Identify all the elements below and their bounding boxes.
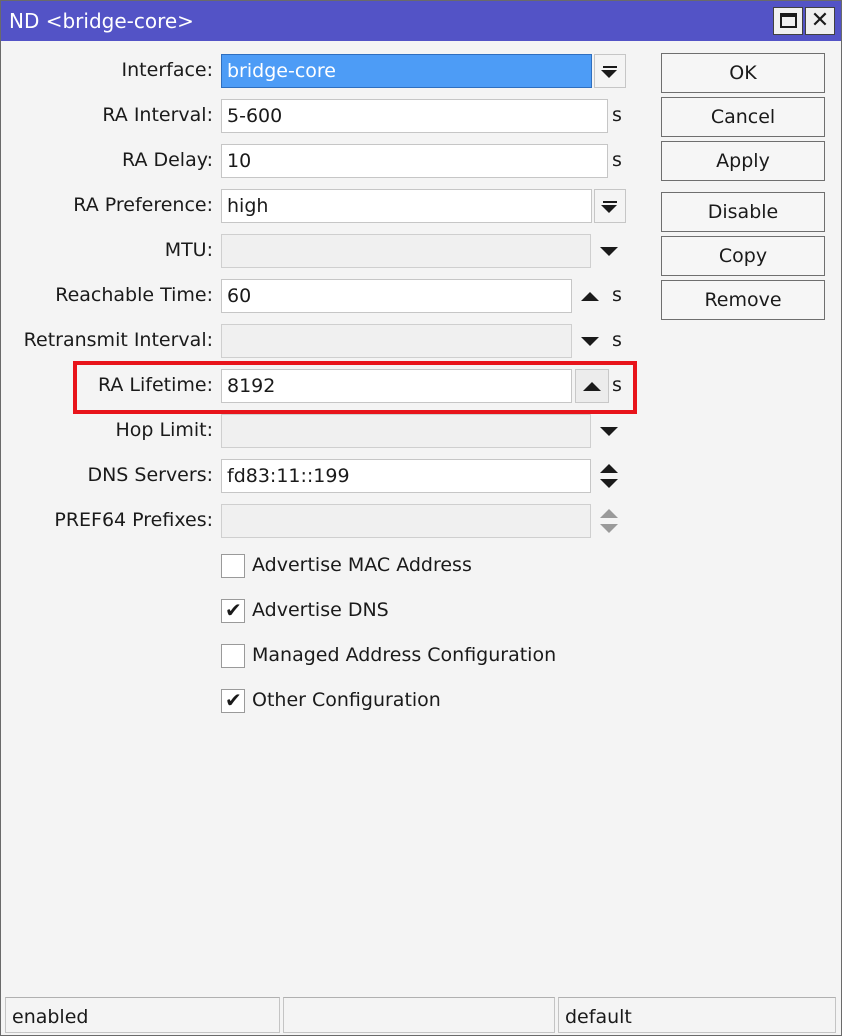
interface-dropdown-button[interactable] <box>594 54 626 88</box>
advertise-dns-checkbox[interactable]: ✔ <box>221 599 245 623</box>
advertise-mac-address-label[interactable]: Advertise MAC Address <box>252 554 472 576</box>
managed-address-configuration-label[interactable]: Managed Address Configuration <box>252 644 556 666</box>
other-configuration-checkbox[interactable]: ✔ <box>221 689 245 713</box>
ra-preference-field[interactable]: high <box>221 189 592 223</box>
triangle-down-icon <box>600 247 618 256</box>
cancel-button[interactable]: Cancel <box>661 97 825 137</box>
mtu-label: MTU: <box>164 239 213 261</box>
dns-servers-label: DNS Servers: <box>87 464 213 486</box>
maximize-icon <box>780 13 797 28</box>
ra-delay-unit: s <box>612 149 622 171</box>
dropdown-bar-icon <box>603 201 617 203</box>
nd-dialog-window: ND <bridge-core> ✕ Interface: bridge-cor… <box>0 0 842 1036</box>
disable-button[interactable]: Disable <box>661 192 825 232</box>
other-configuration-label[interactable]: Other Configuration <box>252 689 441 711</box>
ra-preference-label: RA Preference: <box>73 194 213 216</box>
mtu-field[interactable] <box>221 234 591 268</box>
interface-field[interactable]: bridge-core <box>221 54 592 88</box>
ok-button[interactable]: OK <box>661 53 825 93</box>
advertise-mac-address-checkbox[interactable] <box>221 554 245 578</box>
triangle-up-icon <box>583 382 601 391</box>
copy-button[interactable]: Copy <box>661 236 825 276</box>
apply-button[interactable]: Apply <box>661 141 825 181</box>
reachable-time-collapse-button[interactable] <box>575 279 607 313</box>
interface-label: Interface: <box>121 59 213 81</box>
dns-servers-field[interactable]: fd83:11::199 <box>221 459 591 493</box>
triangle-up-icon[interactable] <box>600 464 618 473</box>
mtu-expand-button[interactable] <box>594 234 626 268</box>
retransmit-interval-label: Retransmit Interval: <box>23 329 213 351</box>
reachable-time-label: Reachable Time: <box>55 284 213 306</box>
reachable-time-field[interactable]: 60 <box>221 279 572 313</box>
hop-limit-label: Hop Limit: <box>115 419 213 441</box>
close-icon: ✕ <box>810 8 830 33</box>
status-default: default <box>558 997 836 1033</box>
ra-lifetime-label: RA Lifetime: <box>97 374 213 396</box>
chevron-down-icon <box>601 70 617 78</box>
pref64-prefixes-field[interactable] <box>221 504 591 538</box>
ra-preference-dropdown-button[interactable] <box>594 189 626 223</box>
ra-interval-unit: s <box>612 104 622 126</box>
ra-lifetime-field[interactable]: 8192 <box>221 369 572 403</box>
status-enabled: enabled <box>5 997 280 1033</box>
dropdown-bar-icon <box>603 66 617 68</box>
advertise-dns-label[interactable]: Advertise DNS <box>252 599 389 621</box>
triangle-down-icon[interactable] <box>600 524 618 533</box>
pref64-prefixes-add-remove-buttons[interactable] <box>594 504 626 538</box>
close-button[interactable]: ✕ <box>805 7 835 35</box>
ra-lifetime-unit: s <box>612 374 622 396</box>
ra-interval-field[interactable]: 5-600 <box>221 99 608 133</box>
ra-interval-label: RA Interval: <box>102 104 213 126</box>
retransmit-interval-unit: s <box>612 329 622 351</box>
chevron-down-icon <box>601 205 617 213</box>
hop-limit-field[interactable] <box>221 414 591 448</box>
triangle-down-icon <box>581 337 599 346</box>
ra-delay-field[interactable]: 10 <box>221 144 608 178</box>
reachable-time-unit: s <box>612 284 622 306</box>
managed-address-configuration-checkbox[interactable] <box>221 644 245 668</box>
ra-delay-label: RA Delay: <box>122 149 213 171</box>
pref64-prefixes-label: PREF64 Prefixes: <box>54 509 213 531</box>
dns-servers-add-remove-buttons[interactable] <box>594 459 626 493</box>
triangle-up-icon <box>581 292 599 301</box>
triangle-down-icon[interactable] <box>600 479 618 488</box>
checkmark-icon: ✔ <box>225 598 242 622</box>
triangle-down-icon <box>600 427 618 436</box>
triangle-up-icon[interactable] <box>600 509 618 518</box>
window-title: ND <bridge-core> <box>9 9 194 33</box>
retransmit-interval-field[interactable] <box>221 324 572 358</box>
checkmark-icon: ✔ <box>225 688 242 712</box>
maximize-button[interactable] <box>773 7 803 35</box>
title-bar[interactable]: ND <bridge-core> ✕ <box>1 1 841 41</box>
hop-limit-expand-button[interactable] <box>594 414 626 448</box>
ra-lifetime-collapse-button[interactable] <box>575 369 609 403</box>
status-middle <box>283 997 555 1033</box>
retransmit-interval-expand-button[interactable] <box>575 324 607 358</box>
remove-button[interactable]: Remove <box>661 280 825 320</box>
